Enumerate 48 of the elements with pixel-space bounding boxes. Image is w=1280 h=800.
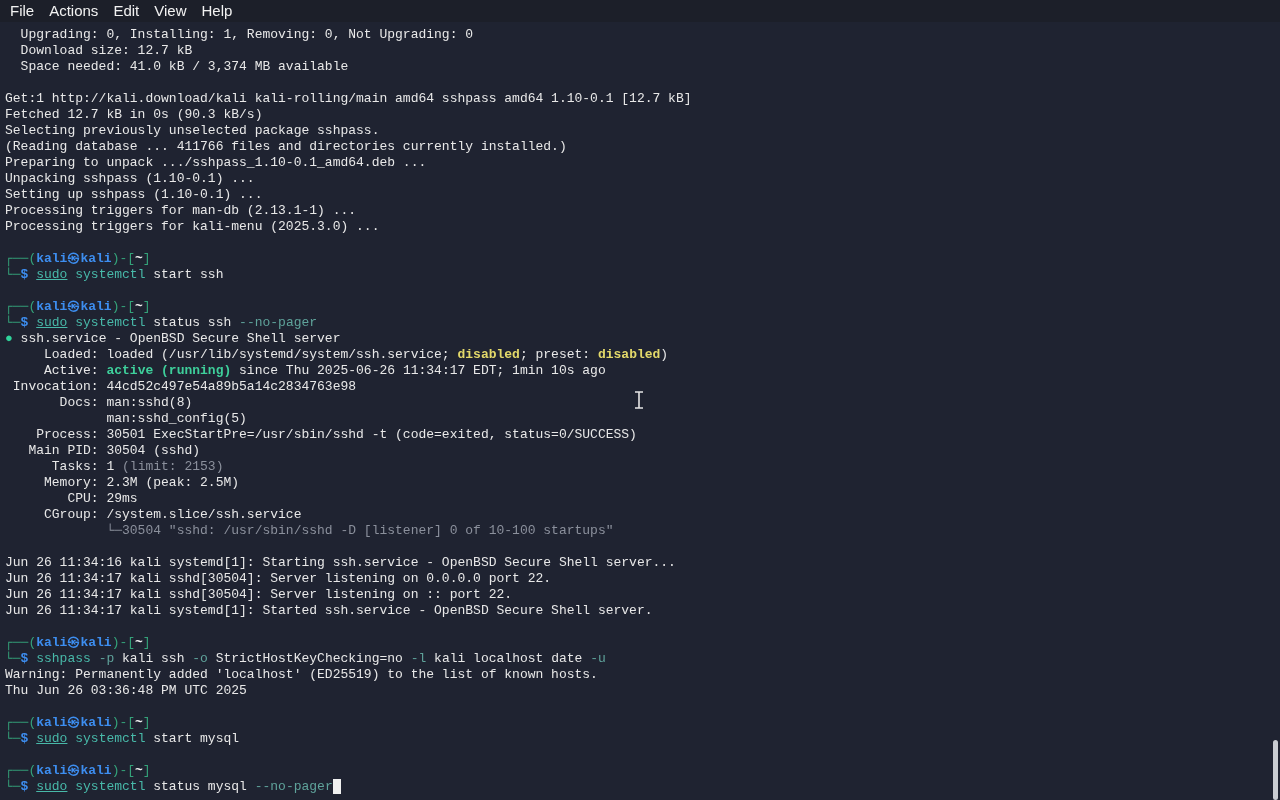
terminal-line: Download size: 12.7 kB	[19, 43, 193, 59]
terminal-line: Main PID: 30504 (sshd)	[27, 443, 201, 459]
text-cursor-icon	[634, 391, 644, 409]
terminal-line: └─$ sudo systemctl status mysql --no-pager	[5, 779, 333, 795]
terminal-line: Invocation: 44cd52c497e54a89b5a14c2834763e98	[11, 379, 357, 395]
scrollbar-thumb[interactable]	[1273, 740, 1278, 800]
terminal-line: Jun 26 11:34:16 kali systemd[1]: Starting ssh.service - OpenBSD Secure Shell server...	[5, 555, 676, 571]
menu-item[interactable]: View	[147, 0, 194, 22]
menu-item[interactable]: File	[3, 0, 42, 22]
terminal-line: Fetched 12.7 kB in 0s (90.3 kB/s)	[5, 107, 263, 123]
terminal-line: Docs: man:sshd(8)	[58, 395, 193, 411]
terminal-line: ● ssh.service - OpenBSD Secure Shell server	[5, 331, 341, 347]
terminal-line: Thu Jun 26 03:36:48 PM UTC 2025	[5, 683, 247, 699]
terminal-line: CGroup: /system.slice/ssh.service	[43, 507, 302, 523]
terminal-line: ┌──(kali㉿kali)-[~]	[5, 715, 151, 731]
terminal-line: Processing triggers for man-db (2.13.1-1) ...	[5, 203, 357, 219]
terminal-line: ┌──(kali㉿kali)-[~]	[5, 299, 151, 315]
terminal-line: ┌──(kali㉿kali)-[~]	[5, 763, 151, 779]
terminal-line: Memory: 2.3M (peak: 2.5M)	[43, 475, 240, 491]
terminal-line: Tasks: 1 (limit: 2153)	[50, 459, 224, 475]
terminal-line: └─$ sudo systemctl start mysql	[5, 731, 240, 747]
terminal-line: └─30504 "sshd: /usr/sbin/sshd -D [listener] 0 of 10-100 startups"	[105, 523, 614, 539]
terminal-line: Jun 26 11:34:17 kali systemd[1]: Started ssh.service - OpenBSD Secure Shell server.	[5, 603, 653, 619]
menu-item[interactable]: Edit	[106, 0, 147, 22]
terminal-line: Processing triggers for kali-menu (2025.3.0) ...	[5, 219, 380, 235]
terminal-line: Space needed: 41.0 kB / 3,374 MB available	[19, 59, 349, 75]
terminal-line: Jun 26 11:34:17 kali sshd[30504]: Server listening on :: port 22.	[5, 587, 513, 603]
terminal-line: CPU: 29ms	[66, 491, 138, 507]
terminal-line: Selecting previously unselected package sshpass.	[5, 123, 380, 139]
terminal-line: └─$ sshpass -p kali ssh -o StrictHostKeyChecking=no -l kali localhost date -u	[5, 651, 606, 667]
terminal-line: Process: 30501 ExecStartPre=/usr/sbin/sshd -t (code=exited, status=0/SUCCESS)	[35, 427, 637, 443]
terminal-line: man:sshd_config(5)	[105, 411, 247, 427]
terminal-line: Warning: Permanently added 'localhost' (ED25519) to the list of known hosts.	[5, 667, 598, 683]
terminal-line: Unpacking sshpass (1.10-0.1) ...	[5, 171, 255, 187]
terminal-line: Get:1 http://kali.download/kali kali-rolling/main amd64 sshpass amd64 1.10-0.1 [12.7 kB]	[5, 91, 692, 107]
terminal-line: Loaded: loaded (/usr/lib/systemd/system/ssh.service; disabled; preset: disabled)	[43, 347, 669, 363]
terminal-line: Upgrading: 0, Installing: 1, Removing: 0, Not Upgrading: 0	[19, 27, 474, 43]
terminal-line: Preparing to unpack .../sshpass_1.10-0.1_amd64.deb ...	[5, 155, 427, 171]
terminal-line: ┌──(kali㉿kali)-[~]	[5, 635, 151, 651]
terminal-line: Jun 26 11:34:17 kali sshd[30504]: Server listening on 0.0.0.0 port 22.	[5, 571, 552, 587]
terminal-line: Active: active (running) since Thu 2025-06-26 11:34:17 EDT; 1min 10s ago	[43, 363, 606, 379]
terminal-line: Setting up sshpass (1.10-0.1) ...	[5, 187, 263, 203]
terminal-line: └─$ sudo systemctl status ssh --no-pager	[5, 315, 318, 331]
terminal-line: └─$ sudo systemctl start ssh	[5, 267, 224, 283]
terminal-line: (Reading database ... 411766 files and directories currently installed.)	[5, 139, 567, 155]
menu-item[interactable]: Actions	[42, 0, 106, 22]
terminal-line: ┌──(kali㉿kali)-[~]	[5, 251, 151, 267]
menu-item[interactable]: Help	[194, 0, 240, 22]
